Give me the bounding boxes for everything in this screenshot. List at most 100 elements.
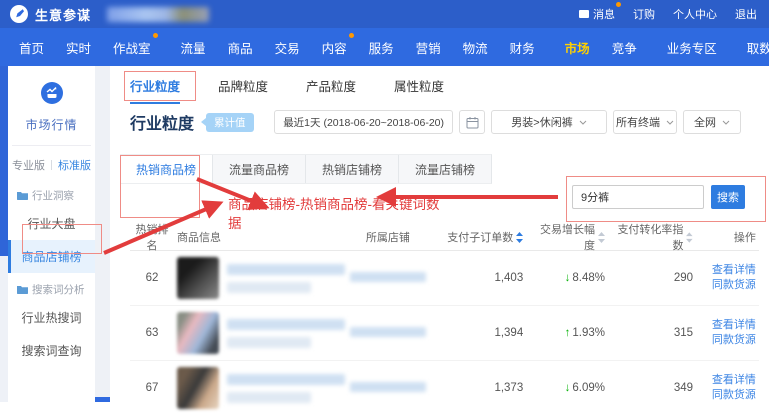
account-button[interactable]: 个人中心 (673, 6, 717, 22)
brand: 生意参谋 (10, 5, 209, 24)
blurred-product-subtitle (227, 392, 311, 403)
product-thumbnail[interactable] (177, 257, 219, 299)
sort-icon (598, 232, 605, 243)
view-detail-link[interactable]: 查看详情 (699, 263, 756, 278)
topbar-right: 消息 订购 个人中心 退出 (579, 6, 757, 22)
sidebar-group-industry-insight[interactable]: 行业洞察 (8, 179, 95, 207)
sidebar-content-gap (95, 66, 110, 402)
nav-item-trade[interactable]: 交易 (264, 38, 311, 57)
tab-attribute-granularity[interactable]: 属性粒度 (394, 76, 444, 104)
blurred-product-title (227, 374, 345, 385)
col-growth-rate: 交易增长幅度 (526, 221, 608, 253)
nav-item-market[interactable]: 市场 (554, 38, 601, 57)
table-header-row: 热销排名 商品信息 所属店铺 支付子订单数 交易增长幅度 支付转化率指数 操作 (130, 224, 759, 251)
date-range-selector[interactable]: 最近1天 (2018-06-20~2018-06-20) (274, 110, 453, 134)
sidebar: 市场行情 专业版 标准版 行业洞察 行业大盘 商品店铺榜 搜索词分析 行业热搜词… (8, 66, 95, 402)
scope-dropdown[interactable]: 全网 (683, 110, 741, 134)
view-detail-link[interactable]: 查看详情 (699, 318, 756, 333)
blurred-product-subtitle (227, 282, 311, 293)
folder-icon (17, 285, 28, 294)
calendar-button[interactable] (459, 110, 485, 134)
growth-value: ↓8.48% (526, 272, 608, 284)
product-thumbnail[interactable] (177, 367, 219, 409)
market-chart-icon (41, 82, 63, 104)
product-thumbnail[interactable] (177, 312, 219, 354)
sidebar-group-search-analysis[interactable]: 搜索词分析 (8, 273, 95, 301)
search-button[interactable]: 搜索 (711, 185, 745, 209)
paid-suborders-value: 1,373 (438, 382, 526, 394)
col-actions: 操作 (696, 229, 759, 245)
nav-item-data-fetch[interactable]: 取数 (736, 38, 769, 57)
sidebar-item-hot-search-words[interactable]: 行业热搜词 (8, 301, 95, 334)
same-supply-link[interactable]: 同款货源 (699, 388, 756, 403)
nav-item-bizzone[interactable]: 业务专区 (656, 38, 728, 57)
page-title: 行业粒度 (130, 110, 194, 134)
product-cell (174, 367, 338, 409)
left-edge-strip-lower (0, 256, 8, 402)
nav-item-competition[interactable]: 竞争 (601, 38, 648, 57)
blurred-shop-name (350, 327, 426, 337)
nav-item-home[interactable]: 首页 (8, 38, 55, 57)
nav-item-logistics[interactable]: 物流 (452, 38, 499, 57)
version-switch: 专业版 标准版 (8, 146, 95, 179)
rank-value: 67 (130, 382, 174, 394)
nav-item-contents[interactable]: 内容 (311, 38, 358, 57)
conversion-value: 315 (608, 327, 696, 339)
conversion-value: 290 (608, 272, 696, 284)
notification-dot (153, 33, 158, 38)
app-title: 生意参谋 (35, 5, 91, 24)
nav-item-marketing[interactable]: 营销 (405, 38, 452, 57)
growth-value: ↓6.09% (526, 382, 608, 394)
messages-button[interactable]: 消息 (579, 6, 615, 22)
growth-arrow: ↓ (565, 382, 571, 394)
nav-item-realtime[interactable]: 实时 (55, 38, 102, 57)
table-row: 62 1,403 ↓8.48% 290 查看详情 同款货源 (130, 251, 759, 306)
tab-industry-granularity[interactable]: 行业粒度 (130, 76, 180, 104)
actions-cell: 查看详情 同款货源 (696, 318, 759, 348)
rank-subtabs: 热销商品榜 流量商品榜 热销店铺榜 流量店铺榜 (120, 154, 492, 184)
cumulative-value-badge: 累计值 (206, 113, 254, 132)
actions-cell: 查看详情 同款货源 (696, 263, 759, 293)
nav-item-goods[interactable]: 商品 (217, 38, 264, 57)
col-shop: 所属店铺 (338, 229, 439, 245)
section-header: 行业粒度 累计值 最近1天 (2018-06-20~2018-06-20) 男装… (130, 110, 741, 134)
subtab-hot-shop-rank[interactable]: 热销店铺榜 (306, 155, 399, 183)
sidebar-item-search-word-query[interactable]: 搜索词查询 (8, 334, 95, 367)
nav-item-finance[interactable]: 财务 (499, 38, 546, 57)
granularity-tabs: 行业粒度 品牌粒度 产品粒度 属性粒度 (130, 76, 444, 104)
blurred-shop-name (350, 382, 426, 392)
topbar: 生意参谋 消息 订购 个人中心 退出 (0, 0, 769, 28)
conversion-value: 349 (608, 382, 696, 394)
tab-pro-version[interactable]: 专业版 (12, 157, 45, 173)
tab-brand-granularity[interactable]: 品牌粒度 (218, 76, 268, 104)
same-supply-link[interactable]: 同款货源 (699, 333, 756, 348)
blurred-product-subtitle (227, 337, 311, 348)
sidebar-item-product-shop-rank[interactable]: 商品店铺榜 (8, 240, 95, 273)
subtab-hot-product-rank[interactable]: 热销商品榜 (120, 155, 213, 183)
search-input[interactable] (572, 185, 704, 209)
main-nav: 首页 实时 作战室 流量 商品 交易 内容 服务 营销 物流 财务 市场 竞争 … (0, 28, 769, 66)
sidebar-item-industry-overview[interactable]: 行业大盘 (8, 207, 95, 240)
nav-item-traffic[interactable]: 流量 (170, 38, 217, 57)
terminal-dropdown[interactable]: 所有终端 (613, 110, 677, 134)
same-supply-link[interactable]: 同款货源 (699, 278, 756, 293)
tab-standard-version[interactable]: 标准版 (58, 157, 91, 173)
view-detail-link[interactable]: 查看详情 (699, 373, 756, 388)
notification-dot (349, 33, 354, 38)
chevron-down-icon (579, 120, 587, 125)
nav-item-service[interactable]: 服务 (358, 38, 405, 57)
table-row: 67 1,373 ↓6.09% 349 查看详情 同款货源 (130, 361, 759, 415)
col-conversion-index: 支付转化率指数 (608, 221, 696, 253)
table-row: 63 1,394 ↑1.93% 315 查看详情 同款货源 (130, 306, 759, 361)
subtab-traffic-shop-rank[interactable]: 流量店铺榜 (399, 155, 491, 183)
nav-item-warroom[interactable]: 作战室 (102, 38, 162, 57)
order-button[interactable]: 订购 (633, 6, 655, 22)
logo-icon (10, 5, 28, 23)
logout-button[interactable]: 退出 (735, 6, 757, 22)
tab-product-granularity[interactable]: 产品粒度 (306, 76, 356, 104)
notification-dot (616, 2, 621, 7)
subtab-traffic-product-rank[interactable]: 流量商品榜 (213, 155, 306, 183)
blurred-shop-name (350, 272, 426, 282)
col-rank: 热销排名 (130, 221, 174, 253)
category-dropdown[interactable]: 男装>休闲裤 (491, 110, 607, 134)
